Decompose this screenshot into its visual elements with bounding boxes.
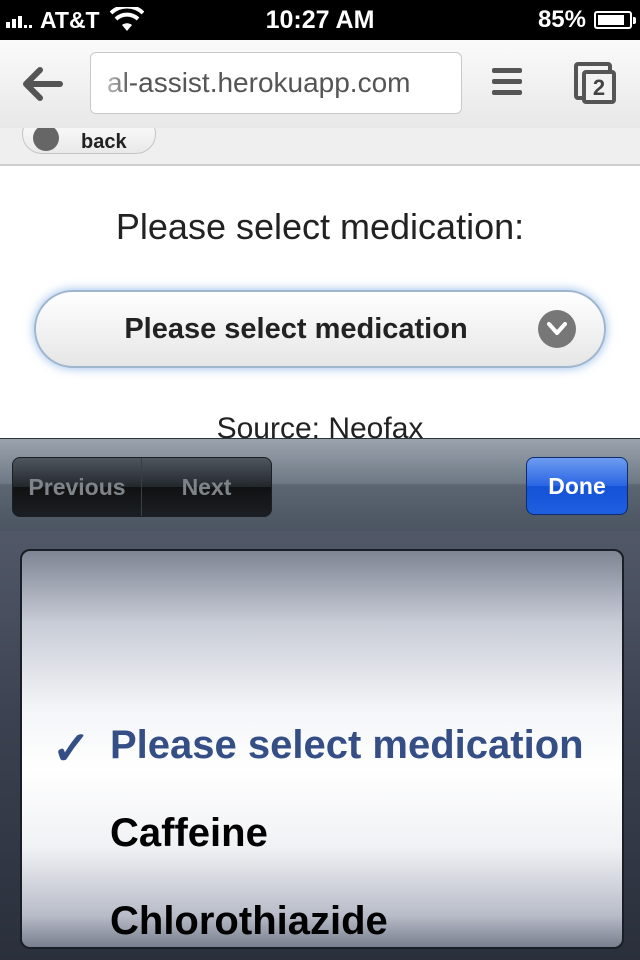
battery-percent: 85% <box>537 6 586 33</box>
picker-area: ✓ Please select medication Caffeine Chlo… <box>0 531 640 960</box>
back-button-label: back <box>81 131 127 153</box>
form-accessory-toolbar: Previous Next Done <box>0 438 640 531</box>
medication-picker[interactable]: ✓ Please select medication Caffeine Chlo… <box>20 549 624 949</box>
source-text: Source: Neofax <box>216 412 424 440</box>
browser-back-icon[interactable] <box>20 64 64 104</box>
next-button[interactable]: Next <box>142 458 271 516</box>
chevron-down-icon <box>538 310 576 348</box>
back-button[interactable]: back <box>22 128 156 154</box>
page-content: Please select medication: Please select … <box>0 166 640 440</box>
browser-toolbar: al-assist.herokuapp.com 2 <box>0 40 640 129</box>
menu-icon[interactable] <box>492 68 522 96</box>
medication-select-value: Please select medication <box>124 313 468 345</box>
picker-option-caffeine[interactable]: Caffeine <box>110 811 268 856</box>
back-arrow-icon <box>33 128 59 151</box>
page-prompt: Please select medication: <box>115 206 525 247</box>
battery-icon <box>594 11 636 29</box>
tab-count: 2 <box>582 70 616 104</box>
tabs-icon[interactable]: 2 <box>574 62 618 106</box>
picker-option-chlorothiazide[interactable]: Chlorothiazide <box>110 899 388 944</box>
status-right: 85% <box>537 4 636 36</box>
picker-option-selected[interactable]: Please select medication <box>110 723 584 768</box>
medication-select[interactable]: Please select medication <box>34 290 606 368</box>
status-bar: AT&T 10:27 AM 85% <box>0 0 640 40</box>
address-bar[interactable]: al-assist.herokuapp.com <box>90 52 462 114</box>
previous-button[interactable]: Previous <box>13 458 142 516</box>
checkmark-icon: ✓ <box>52 722 91 774</box>
page-header: back <box>0 128 640 166</box>
prev-next-control: Previous Next <box>12 457 272 517</box>
done-button[interactable]: Done <box>526 457 628 515</box>
